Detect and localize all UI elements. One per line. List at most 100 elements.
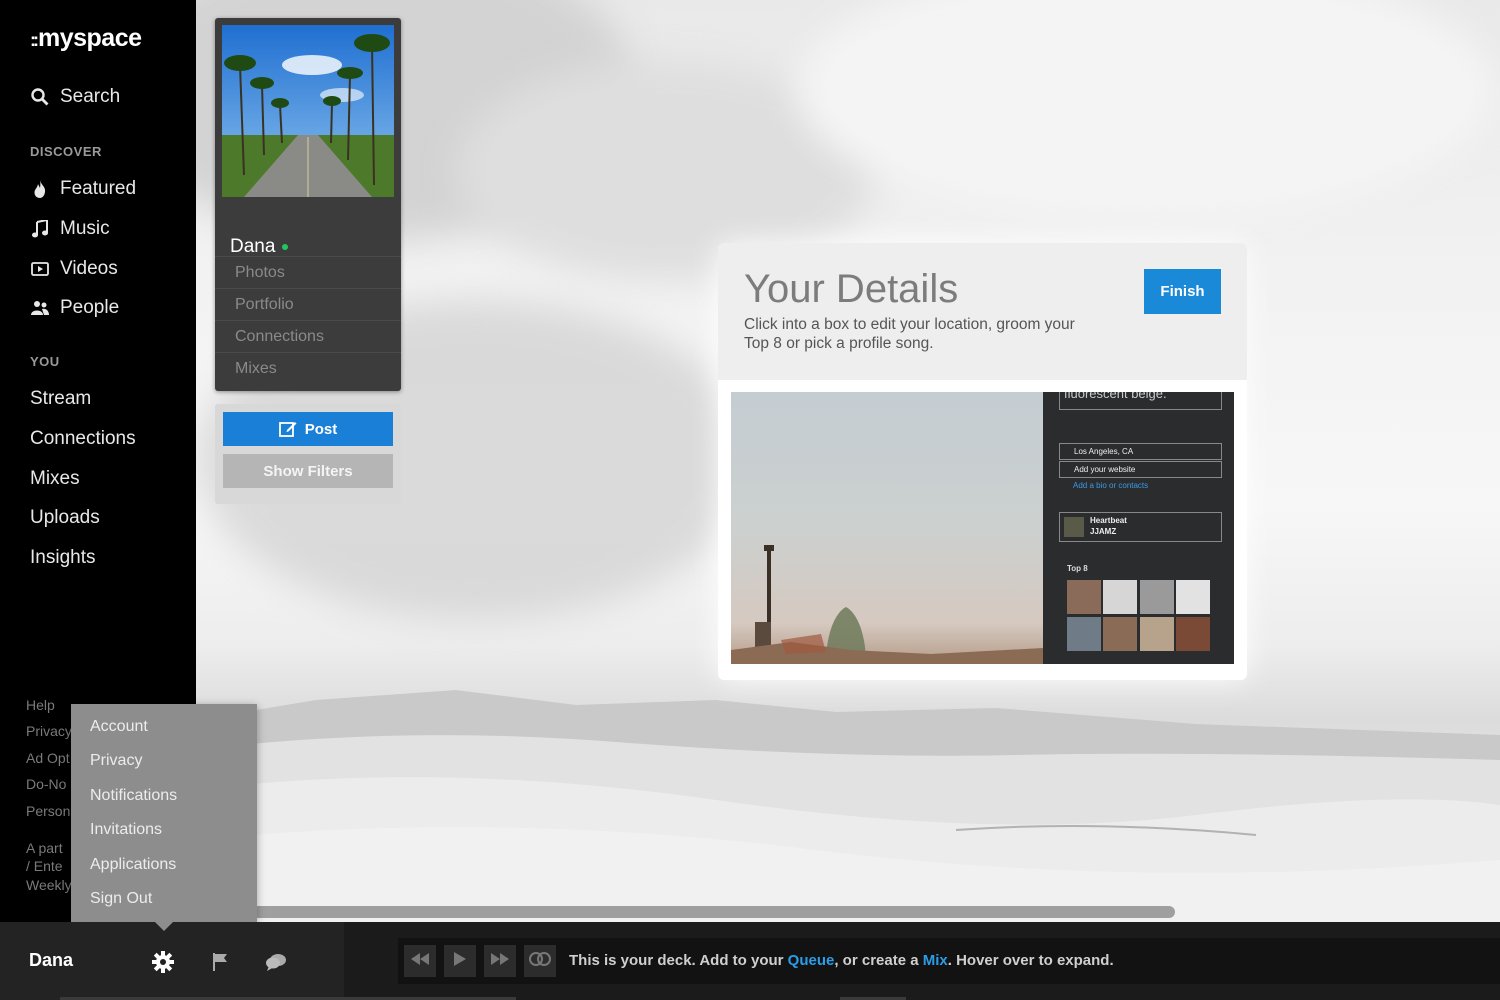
profile-name[interactable]: Dana bbox=[230, 236, 289, 258]
top8-friend-thumb bbox=[1067, 617, 1101, 651]
preview-photo bbox=[731, 392, 1043, 664]
profile-card: Dana Photos Portfolio Connections Mixes bbox=[215, 18, 401, 391]
post-label: Post bbox=[304, 420, 338, 438]
music-label: Music bbox=[60, 218, 110, 239]
connect-button[interactable] bbox=[524, 945, 556, 977]
footer-link-do-not-sell[interactable]: Do-No bbox=[26, 776, 66, 792]
sidebar-item-people[interactable]: People bbox=[30, 297, 119, 319]
top8-friend-thumb bbox=[1103, 580, 1137, 614]
footer-link-personal[interactable]: Person bbox=[26, 803, 70, 819]
top8-friend-thumb bbox=[1176, 580, 1210, 614]
deck-message: This is your deck. Add to your Queue, or… bbox=[569, 952, 1114, 969]
people-label: People bbox=[60, 297, 120, 318]
deck-text-1: This is your deck. Add to your bbox=[569, 952, 788, 969]
your-details-panel: Your Details Click into a box to edit yo… bbox=[718, 243, 1247, 680]
preview-website-field: Add your website bbox=[1059, 461, 1222, 478]
menu-caret bbox=[155, 922, 173, 931]
bottom-bar: Dana This is your deck. Add to your Queu… bbox=[0, 922, 1500, 1000]
preview-song-box: Heartbeat JJAMZ bbox=[1059, 512, 1222, 542]
show-filters-button[interactable]: Show Filters bbox=[223, 454, 393, 488]
profile-photo[interactable] bbox=[222, 25, 394, 197]
footer-text-a-part: A part bbox=[26, 840, 63, 856]
profile-link-mixes[interactable]: Mixes bbox=[215, 352, 401, 384]
song-art bbox=[1064, 517, 1084, 537]
sidebar-item-connections[interactable]: Connections bbox=[30, 428, 136, 450]
profile-link-portfolio[interactable]: Portfolio bbox=[215, 288, 401, 320]
sidebar-item-videos[interactable]: Videos bbox=[30, 258, 118, 280]
details-title: Your Details bbox=[744, 267, 959, 311]
profile-preview-video[interactable]: fluorescent beige. Los Angeles, CA Add y… bbox=[731, 392, 1234, 664]
menu-item-notifications[interactable]: Notifications bbox=[90, 787, 177, 805]
play-icon bbox=[454, 951, 466, 971]
top8-friend-thumb bbox=[1140, 580, 1174, 614]
sidebar-item-insights[interactable]: Insights bbox=[30, 547, 95, 569]
profile-link-photos[interactable]: Photos bbox=[215, 256, 401, 288]
edit-icon bbox=[278, 420, 297, 438]
sidebar-search[interactable]: Search bbox=[30, 86, 120, 108]
sidebar-item-music[interactable]: Music bbox=[30, 218, 110, 240]
search-icon bbox=[30, 87, 50, 107]
preview-song-artist: JJAMZ bbox=[1090, 527, 1117, 536]
profile-name-text: Dana bbox=[230, 236, 276, 257]
flag-icon[interactable] bbox=[208, 950, 232, 974]
discover-heading: DISCOVER bbox=[30, 144, 102, 159]
preview-location-field: Los Angeles, CA bbox=[1059, 443, 1222, 460]
preview-bio-link: Add a bio or contacts bbox=[1073, 481, 1149, 490]
preview-song-title: Heartbeat bbox=[1090, 516, 1127, 525]
deck-text-2: , or create a bbox=[834, 952, 923, 969]
rewind-button[interactable] bbox=[404, 945, 436, 977]
footer-text-weekly: Weekly bbox=[26, 877, 72, 893]
preview-top8-label: Top 8 bbox=[1067, 564, 1088, 573]
bottom-user-name[interactable]: Dana bbox=[29, 950, 73, 971]
menu-item-privacy[interactable]: Privacy bbox=[90, 752, 142, 770]
preview-profile-sidebar: fluorescent beige. Los Angeles, CA Add y… bbox=[1043, 392, 1234, 664]
top8-friend-thumb bbox=[1176, 617, 1210, 651]
chat-icon[interactable] bbox=[264, 950, 288, 974]
top8-friend-thumb bbox=[1103, 617, 1137, 651]
preview-tagline-field: fluorescent beige. bbox=[1059, 392, 1222, 410]
video-icon bbox=[30, 259, 50, 279]
preview-website: Add your website bbox=[1074, 465, 1136, 474]
sidebar-item-stream[interactable]: Stream bbox=[30, 388, 91, 410]
top8-friend-thumb bbox=[1140, 617, 1174, 651]
music-note-icon bbox=[30, 219, 50, 239]
menu-item-invitations[interactable]: Invitations bbox=[90, 821, 162, 839]
rewind-icon bbox=[411, 952, 429, 970]
menu-item-sign-out[interactable]: Sign Out bbox=[90, 890, 152, 908]
details-description: Click into a box to edit your location, … bbox=[744, 316, 1075, 352]
sidebar-item-uploads[interactable]: Uploads bbox=[30, 507, 100, 529]
search-label: Search bbox=[60, 86, 121, 107]
you-heading: YOU bbox=[30, 354, 60, 369]
myspace-logo[interactable]: ::myspace bbox=[30, 24, 142, 53]
fast-forward-button[interactable] bbox=[484, 945, 516, 977]
featured-label: Featured bbox=[60, 178, 137, 199]
menu-item-applications[interactable]: Applications bbox=[90, 856, 176, 874]
finish-button[interactable]: Finish bbox=[1144, 269, 1221, 314]
sidebar-item-mixes[interactable]: Mixes bbox=[30, 468, 80, 490]
gear-icon[interactable] bbox=[151, 950, 175, 974]
footer-link-help[interactable]: Help bbox=[26, 697, 55, 713]
settings-menu: Account Privacy Notifications Invitation… bbox=[71, 704, 257, 922]
queue-link[interactable]: Queue bbox=[788, 952, 835, 969]
footer-link-privacy[interactable]: Privacy bbox=[26, 723, 72, 739]
post-button[interactable]: Post bbox=[223, 412, 393, 446]
preview-location: Los Angeles, CA bbox=[1074, 447, 1134, 456]
sidebar-item-featured[interactable]: Featured bbox=[30, 178, 136, 200]
mix-link[interactable]: Mix bbox=[923, 952, 948, 969]
play-button[interactable] bbox=[444, 945, 476, 977]
footer-link-ad-options[interactable]: Ad Opt bbox=[26, 750, 70, 766]
flame-icon bbox=[30, 179, 50, 199]
connect-icon bbox=[528, 951, 552, 971]
online-status-dot bbox=[282, 244, 289, 250]
menu-item-account[interactable]: Account bbox=[90, 718, 148, 736]
deck-text-3: . Hover over to expand. bbox=[947, 952, 1114, 969]
action-box: Post Show Filters bbox=[215, 404, 401, 504]
logo-text: myspace bbox=[38, 24, 142, 52]
people-icon bbox=[30, 298, 50, 318]
profile-link-connections[interactable]: Connections bbox=[215, 320, 401, 352]
logo-dots: :: bbox=[30, 30, 39, 50]
horizontal-scrollbar[interactable] bbox=[252, 906, 1175, 918]
fast-forward-icon bbox=[491, 952, 509, 970]
preview-frame: fluorescent beige. Los Angeles, CA Add y… bbox=[718, 380, 1247, 680]
preview-tagline: fluorescent beige. bbox=[1064, 392, 1167, 401]
